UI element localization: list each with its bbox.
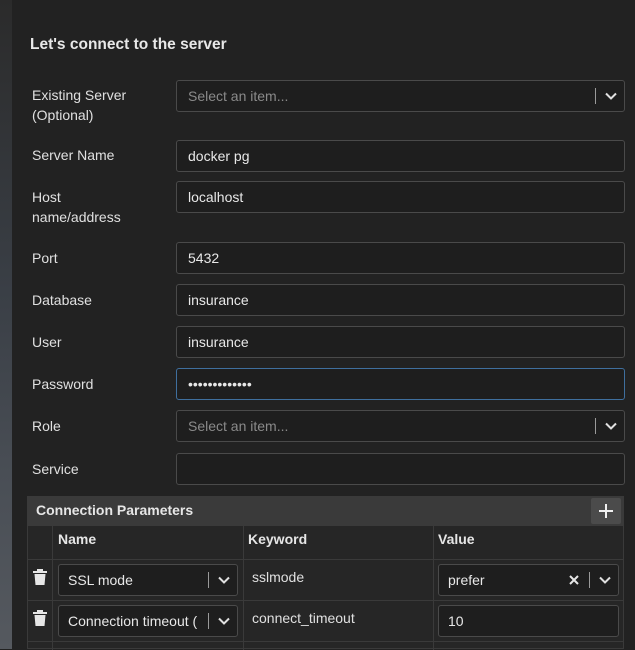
- server-name-value: docker pg: [188, 148, 250, 164]
- clear-icon[interactable]: [568, 574, 580, 586]
- host-label-line2: name/address: [32, 209, 121, 225]
- connection-parameters-title: Connection Parameters: [36, 502, 194, 518]
- port-value: 5432: [188, 250, 220, 266]
- existing-server-label: Existing Server (Optional): [32, 85, 126, 125]
- parameter-value-value: 10: [448, 613, 464, 629]
- role-label: Role: [32, 418, 61, 434]
- column-header-keyword: Keyword: [248, 531, 308, 547]
- database-label: Database: [32, 292, 92, 308]
- select-divider: [595, 88, 596, 104]
- plus-icon: [599, 504, 613, 518]
- column-header-value: Value: [438, 531, 475, 547]
- connect-server-panel: Let's connect to the server Existing Ser…: [12, 0, 635, 650]
- select-divider: [589, 572, 590, 588]
- password-label: Password: [32, 376, 94, 392]
- host-value: localhost: [188, 189, 244, 205]
- existing-server-label-line1: Existing Server: [32, 87, 127, 103]
- host-label-line1: Host: [32, 189, 61, 205]
- select-divider: [208, 613, 209, 629]
- parameter-keyword: connect_timeout: [252, 610, 355, 626]
- select-divider: [208, 572, 209, 588]
- password-masked-value: •••••••••••••: [188, 376, 252, 392]
- user-label: User: [32, 334, 62, 350]
- chevron-down-icon[interactable]: [217, 573, 231, 587]
- left-background-strip: [0, 0, 12, 649]
- server-name-label: Server Name: [32, 147, 115, 163]
- column-header-name: Name: [58, 531, 97, 547]
- database-input[interactable]: insurance: [176, 284, 625, 316]
- database-value: insurance: [188, 292, 249, 308]
- trash-icon[interactable]: [33, 610, 47, 626]
- chevron-down-icon[interactable]: [598, 573, 612, 587]
- role-placeholder: Select an item...: [188, 418, 289, 434]
- select-divider: [595, 418, 596, 434]
- grid-divider: [433, 526, 434, 650]
- host-label: Host name/address: [32, 187, 121, 227]
- grid-divider: [28, 559, 623, 560]
- existing-server-select[interactable]: Select an item...: [176, 80, 625, 112]
- service-input[interactable]: [176, 453, 625, 485]
- port-input[interactable]: 5432: [176, 242, 625, 274]
- connection-parameters-grid: Connection Parameters Name Keyword Value: [27, 496, 624, 650]
- add-parameter-button[interactable]: [591, 498, 621, 524]
- existing-server-label-line2: (Optional): [32, 107, 94, 123]
- grid-divider: [28, 641, 623, 642]
- grid-divider: [243, 526, 244, 650]
- trash-icon[interactable]: [33, 569, 47, 585]
- parameter-value-input[interactable]: 10: [438, 605, 619, 637]
- parameter-name-select[interactable]: SSL mode: [58, 564, 238, 596]
- parameter-name-select[interactable]: Connection timeout (: [58, 605, 238, 637]
- parameter-name-value: SSL mode: [68, 572, 133, 588]
- role-select[interactable]: Select an item...: [176, 410, 625, 442]
- parameter-name-value: Connection timeout (: [68, 613, 198, 629]
- page-title: Let's connect to the server: [30, 36, 227, 53]
- service-label: Service: [32, 461, 79, 477]
- connection-parameters-header: Connection Parameters: [28, 497, 623, 526]
- port-label: Port: [32, 250, 58, 266]
- parameter-value-value: prefer: [448, 572, 485, 588]
- user-value: insurance: [188, 334, 249, 350]
- chevron-down-icon[interactable]: [604, 419, 618, 433]
- parameter-value-select[interactable]: prefer: [438, 564, 619, 596]
- chevron-down-icon[interactable]: [604, 89, 618, 103]
- host-input[interactable]: localhost: [176, 181, 625, 213]
- parameter-keyword: sslmode: [252, 569, 305, 585]
- user-input[interactable]: insurance: [176, 326, 625, 358]
- password-input[interactable]: •••••••••••••: [176, 368, 625, 400]
- server-name-input[interactable]: docker pg: [176, 140, 625, 172]
- grid-divider: [52, 526, 53, 650]
- grid-divider: [28, 600, 623, 601]
- chevron-down-icon[interactable]: [217, 614, 231, 628]
- existing-server-placeholder: Select an item...: [188, 88, 289, 104]
